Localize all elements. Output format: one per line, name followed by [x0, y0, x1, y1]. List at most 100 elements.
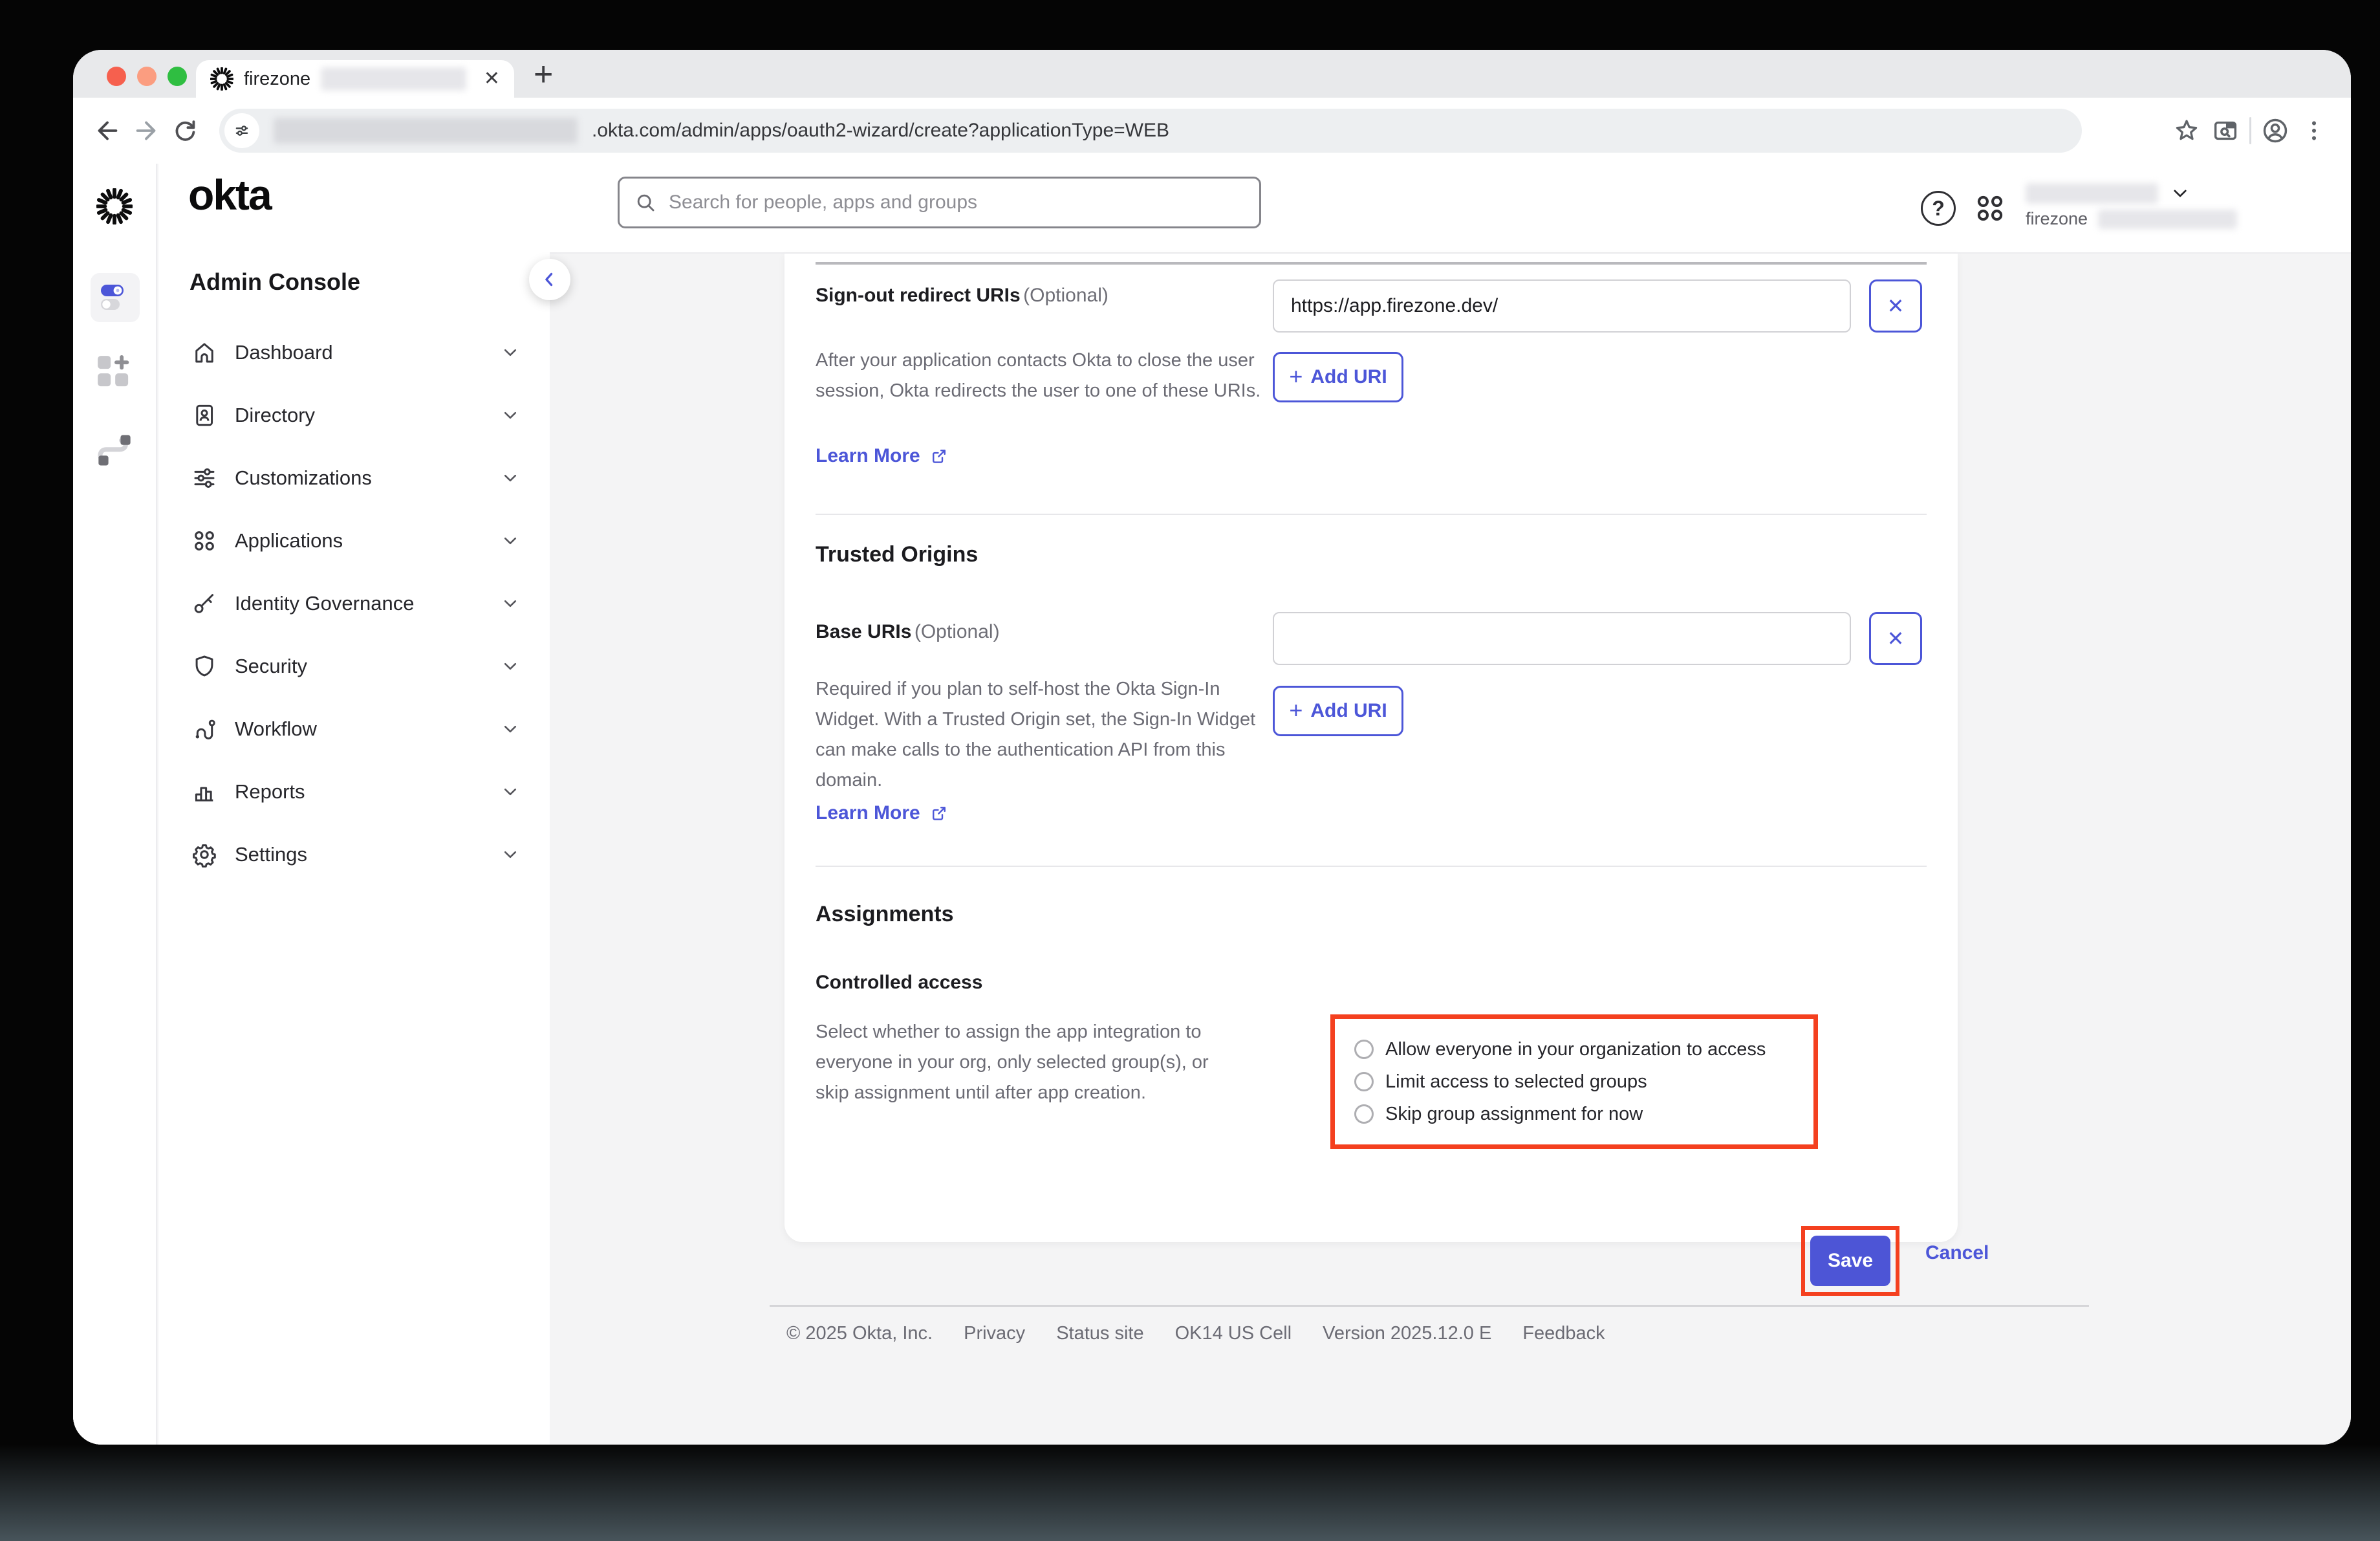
- browser-tab[interactable]: firezone ✕: [196, 60, 514, 98]
- sidebar-item-label: Dashboard: [235, 341, 333, 364]
- global-search[interactable]: [618, 177, 1261, 228]
- help-button[interactable]: ?: [1921, 191, 1956, 226]
- footer-link-cell[interactable]: OK14 US Cell: [1175, 1323, 1292, 1344]
- sidebar-item-directory[interactable]: Directory: [158, 384, 550, 446]
- sidebar-item-label: Applications: [235, 529, 343, 552]
- highlight-box-controlled-access: Allow everyone in your organization to a…: [1330, 1014, 1818, 1149]
- sidebar-item-customizations[interactable]: Customizations: [158, 446, 550, 509]
- chevron-down-icon: [499, 404, 521, 426]
- profile-avatar-icon[interactable]: [2260, 116, 2290, 146]
- base-uri-input[interactable]: [1273, 612, 1851, 665]
- reload-icon[interactable]: [170, 116, 200, 146]
- chevron-down-icon: [499, 342, 521, 364]
- trusted-origins-heading: Trusted Origins: [816, 542, 978, 567]
- bookmark-star-icon[interactable]: [2172, 116, 2202, 146]
- sidebar-item-label: Identity Governance: [235, 592, 414, 615]
- okta-wordmark: okta: [188, 170, 271, 219]
- minimize-window-button[interactable]: [137, 67, 157, 86]
- tab-title: firezone: [244, 69, 310, 90]
- app-wizard-card: Sign-out redirect URIs (Optional) ✕ Afte…: [784, 254, 1958, 1242]
- radio-circle-icon[interactable]: [1354, 1104, 1374, 1124]
- radio-allow-everyone[interactable]: Allow everyone in your organization to a…: [1354, 1039, 1813, 1060]
- search-icon: [634, 191, 657, 214]
- workflow-icon: [191, 716, 218, 743]
- footer-link-status-site[interactable]: Status site: [1056, 1323, 1143, 1344]
- base-uris-description: Required if you plan to self-host the Ok…: [816, 674, 1262, 796]
- sidebar-item-applications[interactable]: Applications: [158, 509, 550, 572]
- rail-item-workflows[interactable]: [97, 433, 132, 468]
- sidebar-collapse-button[interactable]: [529, 259, 570, 300]
- apps-grid-icon: [191, 527, 218, 554]
- signout-uris-description: After your application contacts Okta to …: [816, 345, 1262, 406]
- sidebar-nav: Dashboard Directory Customizations Appli…: [158, 321, 550, 886]
- sliders-icon: [191, 464, 218, 492]
- tab-close-icon[interactable]: ✕: [484, 69, 500, 89]
- radio-circle-icon[interactable]: [1354, 1072, 1374, 1091]
- okta-favicon-icon: [210, 67, 233, 91]
- tab-title-redacted: [321, 67, 466, 91]
- url-domain-redacted: [274, 118, 578, 144]
- radio-skip-assignment[interactable]: Skip group assignment for now: [1354, 1104, 1813, 1125]
- zoom-window-button[interactable]: [168, 67, 187, 86]
- url-bar[interactable]: .okta.com/admin/apps/oauth2-wizard/creat…: [219, 109, 2082, 153]
- account-menu[interactable]: firezone: [2026, 182, 2237, 229]
- site-info-icon[interactable]: [224, 113, 259, 148]
- chevron-down-icon: [499, 718, 521, 740]
- footer-link-privacy[interactable]: Privacy: [964, 1323, 1025, 1344]
- radio-circle-icon[interactable]: [1354, 1040, 1374, 1059]
- side-panel-search-icon[interactable]: [2211, 116, 2240, 146]
- sidebar-item-dashboard[interactable]: Dashboard: [158, 321, 550, 384]
- toolbar-divider: [2249, 117, 2251, 144]
- sidebar-item-settings[interactable]: Settings: [158, 823, 550, 886]
- new-tab-button[interactable]: +: [534, 55, 553, 94]
- close-window-button[interactable]: [107, 67, 126, 86]
- tab-strip: firezone ✕ +: [73, 50, 2351, 98]
- plus-icon: +: [1289, 363, 1303, 390]
- remove-base-uri-button[interactable]: ✕: [1869, 612, 1922, 665]
- browser-window: firezone ✕ + .okta.com/admin/apps/oauth2…: [73, 50, 2351, 1445]
- chevron-down-icon: [499, 781, 521, 803]
- base-uris-label: Base URIs (Optional): [816, 621, 1000, 643]
- add-signout-uri-button[interactable]: + Add URI: [1273, 352, 1403, 402]
- directory-icon: [191, 402, 218, 429]
- app-rail: [73, 164, 157, 1445]
- chevron-down-icon: [499, 467, 521, 489]
- signout-uris-label: Sign-out redirect URIs (Optional): [816, 285, 1109, 307]
- sidebar-item-security[interactable]: Security: [158, 635, 550, 697]
- sidebar-item-workflow[interactable]: Workflow: [158, 697, 550, 760]
- account-name-redacted: [2026, 183, 2158, 204]
- scrolled-section-divider: [816, 262, 1927, 265]
- forward-icon[interactable]: [131, 116, 161, 146]
- sidebar-item-identity-governance[interactable]: Identity Governance: [158, 572, 550, 635]
- footer: © 2025 Okta, Inc. Privacy Status site OK…: [786, 1323, 1605, 1344]
- back-icon[interactable]: [92, 116, 122, 146]
- signout-uri-input[interactable]: [1273, 279, 1851, 333]
- base-learn-more-link[interactable]: Learn More: [816, 802, 949, 824]
- help-glyph: ?: [1932, 197, 1945, 221]
- controlled-access-label: Controlled access: [816, 972, 982, 994]
- rail-item-add-apps[interactable]: [97, 355, 132, 390]
- remove-signout-uri-button[interactable]: ✕: [1869, 279, 1922, 333]
- search-input[interactable]: [669, 191, 1245, 213]
- account-org: firezone: [2026, 209, 2088, 229]
- plus-icon: +: [1289, 697, 1303, 724]
- footer-link-feedback[interactable]: Feedback: [1522, 1323, 1605, 1344]
- app-switcher-icon[interactable]: [1973, 191, 2007, 226]
- signout-learn-more-link[interactable]: Learn More: [816, 445, 949, 467]
- sidebar-item-reports[interactable]: Reports: [158, 760, 550, 823]
- sidebar: okta Admin Console Dashboard Directory C…: [158, 164, 550, 1445]
- external-link-icon: [929, 803, 949, 823]
- add-base-uri-button[interactable]: + Add URI: [1273, 686, 1403, 736]
- cancel-button[interactable]: Cancel: [1925, 1242, 1989, 1264]
- chevron-down-icon: [499, 530, 521, 552]
- okta-admin-app: okta Admin Console Dashboard Directory C…: [73, 164, 2351, 1445]
- browser-menu-kebab-icon[interactable]: [2299, 116, 2329, 146]
- radio-limit-groups[interactable]: Limit access to selected groups: [1354, 1071, 1813, 1093]
- chevron-left-icon: [539, 268, 561, 290]
- browser-toolbar: .okta.com/admin/apps/oauth2-wizard/creat…: [73, 98, 2351, 164]
- key-icon: [191, 590, 218, 617]
- rail-item-admin-console[interactable]: [91, 273, 140, 322]
- highlight-box-save: Save: [1801, 1226, 1899, 1296]
- save-button[interactable]: Save: [1810, 1236, 1890, 1286]
- footer-version: Version 2025.12.0 E: [1323, 1323, 1491, 1344]
